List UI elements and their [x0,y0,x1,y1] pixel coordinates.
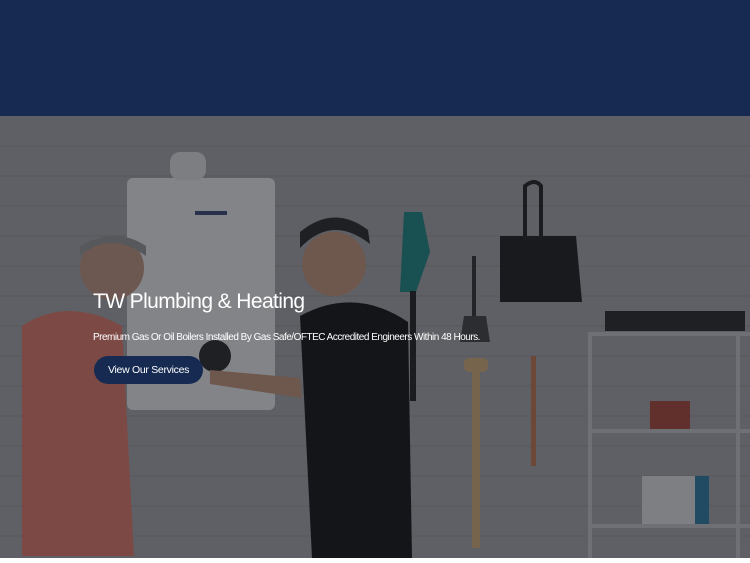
site-header-bar [0,0,750,116]
hero-banner: TW Plumbing & Heating Premium Gas Or Oil… [0,116,750,558]
hero-subtitle: Premium Gas Or Oil Boilers Installed By … [93,332,480,343]
view-services-button[interactable]: View Our Services [94,356,204,384]
hero-title: TW Plumbing & Heating [93,290,305,313]
page-bottom-edge [0,558,750,563]
